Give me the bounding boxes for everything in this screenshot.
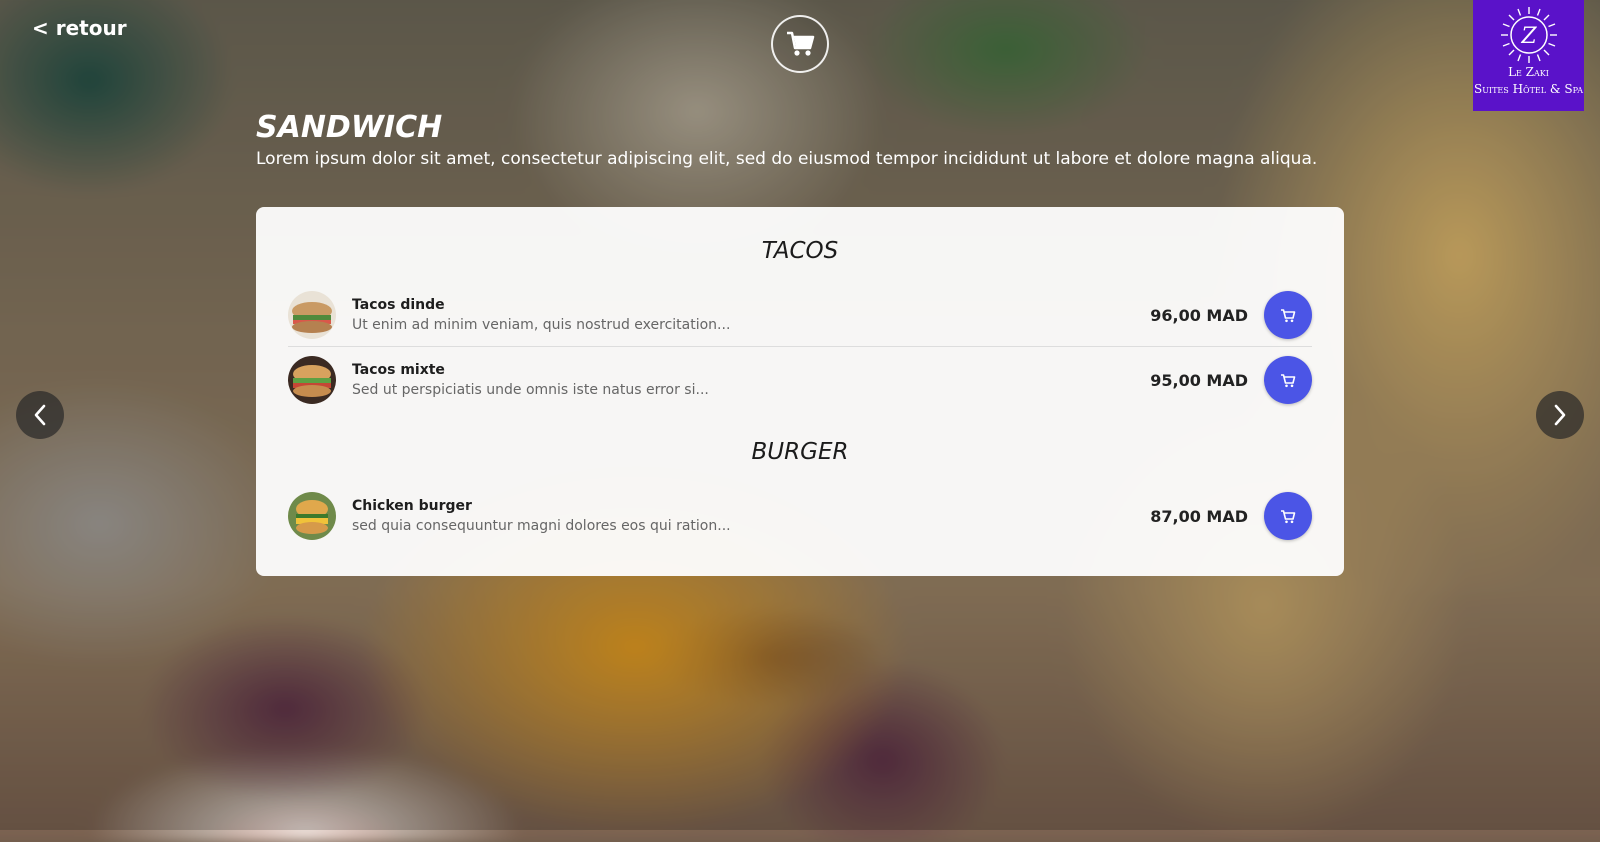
- item-name: Chicken burger: [352, 498, 472, 514]
- item-name: Tacos dinde: [352, 297, 445, 313]
- section-header-burger: BURGER: [256, 439, 1344, 465]
- item-description: Ut enim ad minim veniam, quis nostrud ex…: [352, 317, 731, 333]
- item-name: Tacos mixte: [352, 362, 445, 378]
- shopping-cart-icon: [1281, 308, 1296, 322]
- logo-line-2: Suites Hôtel & Spa: [1473, 82, 1584, 96]
- shopping-cart-icon: [1281, 509, 1296, 523]
- cart-button[interactable]: [771, 15, 829, 73]
- item-photo: [288, 492, 336, 540]
- next-category-button[interactable]: [1536, 391, 1584, 439]
- shopping-cart-icon: [1281, 373, 1296, 387]
- chevron-left-icon: [34, 404, 46, 426]
- menu-item[interactable]: Chicken burger sed quia consequuntur mag…: [288, 488, 1312, 544]
- category-description: Lorem ipsum dolor sit amet, consectetur …: [256, 149, 1318, 169]
- section-title: TACOS: [761, 238, 839, 264]
- chevron-right-icon: [1554, 404, 1566, 426]
- previous-category-button[interactable]: [16, 391, 64, 439]
- section-header-tacos: TACOS: [256, 238, 1344, 264]
- section-title: BURGER: [751, 439, 849, 465]
- add-to-cart-button[interactable]: [1264, 492, 1312, 540]
- item-photo: [288, 291, 336, 339]
- logo-emblem-icon: Z: [1500, 6, 1558, 64]
- menu-panel: TACOS Tacos dinde Ut enim ad minim venia…: [256, 207, 1344, 576]
- shopping-cart-icon: [787, 31, 815, 56]
- item-description: sed quia consequuntur magni dolores eos …: [352, 518, 731, 534]
- item-price: 87,00 MAD: [1150, 506, 1248, 526]
- item-price: 95,00 MAD: [1150, 370, 1248, 390]
- back-link[interactable]: < retour: [32, 16, 127, 40]
- logo-line-1: Le Zaki: [1508, 65, 1549, 79]
- svg-text:Z: Z: [1520, 24, 1537, 49]
- category-title: SANDWICH: [256, 110, 443, 145]
- item-description: Sed ut perspiciatis unde omnis iste natu…: [352, 382, 709, 398]
- item-price: 96,00 MAD: [1150, 305, 1248, 325]
- add-to-cart-button[interactable]: [1264, 356, 1312, 404]
- menu-item[interactable]: Tacos dinde Ut enim ad minim veniam, qui…: [288, 287, 1312, 347]
- item-photo: [288, 356, 336, 404]
- hotel-logo: Z Le Zaki Suites Hôtel & Spa: [1473, 0, 1584, 111]
- add-to-cart-button[interactable]: [1264, 291, 1312, 339]
- menu-item[interactable]: Tacos mixte Sed ut perspiciatis unde omn…: [288, 352, 1312, 408]
